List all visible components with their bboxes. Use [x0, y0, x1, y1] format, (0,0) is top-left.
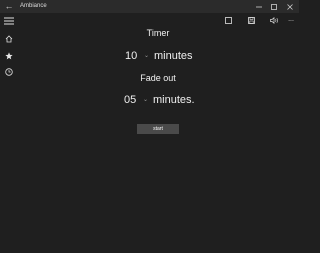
hamburger-menu-icon[interactable]: [0, 14, 18, 28]
chevron-down-icon[interactable]: ⌄: [144, 50, 149, 63]
fadeout-unit: minutes.: [153, 94, 195, 106]
minimize-icon[interactable]: [251, 0, 266, 13]
app-window: ← Ambiance ... Timer 10 ⌄ minutes Fade o…: [0, 0, 299, 253]
nav-item-favorites[interactable]: [0, 49, 18, 63]
timer-heading: Timer: [146, 28, 170, 38]
back-arrow-icon[interactable]: ←: [4, 1, 14, 11]
timer-unit: minutes: [154, 50, 193, 62]
save-icon[interactable]: [245, 14, 257, 26]
volume-icon[interactable]: [268, 14, 280, 26]
window-title: Ambiance: [20, 3, 47, 9]
fadeout-heading: Fade out: [140, 73, 176, 83]
star-icon: [5, 52, 13, 60]
close-icon[interactable]: [282, 0, 297, 13]
maximize-icon[interactable]: [266, 0, 281, 13]
fadeout-value[interactable]: 05: [124, 94, 136, 107]
start-button[interactable]: start: [137, 124, 179, 134]
stop-icon[interactable]: [222, 14, 234, 26]
title-bar: ← Ambiance: [0, 0, 299, 13]
timer-value[interactable]: 10: [125, 50, 137, 63]
chevron-down-icon[interactable]: ⌄: [143, 94, 148, 107]
more-icon[interactable]: ...: [285, 14, 297, 26]
